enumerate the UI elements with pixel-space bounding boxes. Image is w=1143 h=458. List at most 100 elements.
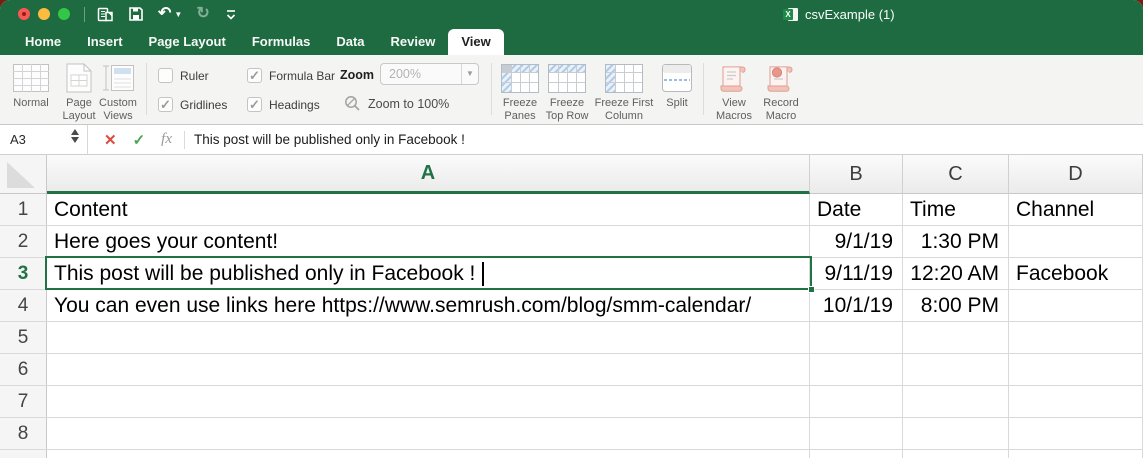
row-header-5[interactable]: 5 [0, 322, 47, 353]
ruler-checkbox[interactable] [158, 68, 173, 83]
select-all-button[interactable] [0, 155, 47, 194]
gridlines-checkbox[interactable] [158, 97, 173, 113]
tab-review[interactable]: Review [378, 29, 449, 55]
headings-checkbox-row[interactable]: Headings [247, 97, 320, 113]
row-header-8[interactable]: 8 [0, 418, 47, 449]
row-header-4[interactable]: 4 [0, 290, 47, 321]
cell-B1[interactable]: Date [810, 194, 903, 225]
headings-checkbox[interactable] [247, 97, 262, 113]
tab-home[interactable]: Home [12, 29, 74, 55]
column-header-C[interactable]: C [903, 155, 1009, 194]
minimize-button[interactable] [38, 8, 50, 20]
column-header-D[interactable]: D [1009, 155, 1143, 194]
cancel-entry-button[interactable]: ✕ [104, 131, 117, 149]
tab-page-layout[interactable]: Page Layout [136, 29, 239, 55]
insert-function-button[interactable]: fx [161, 131, 172, 148]
cell-D7[interactable] [1009, 386, 1143, 417]
cell-C7[interactable] [903, 386, 1009, 417]
cell-B5[interactable] [810, 322, 903, 353]
cell-C1[interactable]: Time [903, 194, 1009, 225]
cell-B4[interactable]: 10/1/19 [810, 290, 903, 321]
row-header-1[interactable]: 1 [0, 194, 47, 225]
undo-button[interactable]: ↶ ▼ [158, 6, 182, 22]
formula-bar-checkbox[interactable] [247, 68, 262, 84]
save-button[interactable] [128, 6, 144, 22]
spinner-down-icon[interactable] [71, 137, 79, 143]
row-header-3[interactable]: 3 [0, 258, 47, 289]
freeze-panes-icon [501, 61, 539, 95]
cell-D8[interactable] [1009, 418, 1143, 449]
row-header-2[interactable]: 2 [0, 226, 47, 257]
gridlines-checkbox-row[interactable]: Gridlines [158, 97, 227, 113]
sheet-row-5: 5 [0, 322, 1143, 354]
tab-view[interactable]: View [448, 29, 504, 55]
cell-A6[interactable] [47, 354, 810, 385]
cell-D2[interactable] [1009, 226, 1143, 257]
cell-C4[interactable]: 8:00 PM [903, 290, 1009, 321]
sheet-row-4: 4 You can even use links here https://ww… [0, 290, 1143, 322]
zoom-level-select[interactable]: 200% ▼ [380, 63, 479, 85]
fullscreen-button[interactable] [58, 8, 70, 20]
undo-dropdown-caret[interactable]: ▼ [174, 10, 182, 19]
cell-B7[interactable] [810, 386, 903, 417]
customize-toolbar-button[interactable] [224, 7, 238, 21]
freeze-top-row-icon [548, 61, 586, 95]
cell-A5[interactable] [47, 322, 810, 353]
zoom-to-100-button[interactable]: Zoom to 100% [344, 95, 449, 112]
cell-B6[interactable] [810, 354, 903, 385]
column-header-A[interactable]: A [47, 155, 810, 194]
tab-data[interactable]: Data [323, 29, 377, 55]
cell-C2[interactable]: 1:30 PM [903, 226, 1009, 257]
cell-D5[interactable] [1009, 322, 1143, 353]
row-header-7[interactable]: 7 [0, 386, 47, 417]
cell-C8[interactable] [903, 418, 1009, 449]
formula-bar-checkbox-row[interactable]: Formula Bar [247, 68, 335, 84]
close-button[interactable] [18, 8, 30, 20]
freeze-panes-button[interactable]: Freeze Panes [498, 61, 542, 123]
ribbon-view: Normal Page Layout Custom Views Ruler Gr… [0, 55, 1143, 125]
namebox-spinner[interactable] [71, 129, 79, 143]
cell-A8[interactable] [47, 418, 810, 449]
formula-input[interactable]: This post will be published only in Face… [194, 132, 465, 147]
tab-formulas[interactable]: Formulas [239, 29, 324, 55]
cell-D4[interactable] [1009, 290, 1143, 321]
formula-bar: A3 ✕ ✓ fx This post will be published on… [0, 125, 1143, 155]
name-box[interactable]: A3 [0, 125, 88, 154]
cell-B2[interactable]: 9/1/19 [810, 226, 903, 257]
normal-view-button[interactable]: Normal [10, 61, 52, 110]
magnifier-icon [345, 96, 360, 111]
excel-document-icon: X [783, 7, 798, 22]
redo-button[interactable]: ↻ [196, 6, 209, 22]
freeze-first-column-button[interactable]: Freeze First Column [592, 61, 656, 123]
spinner-up-icon[interactable] [71, 129, 79, 135]
cell-D3[interactable]: Facebook [1009, 258, 1143, 289]
cell-A3-active[interactable]: This post will be published only in Face… [47, 258, 810, 289]
cell-D6[interactable] [1009, 354, 1143, 385]
cell-D1[interactable]: Channel [1009, 194, 1143, 225]
confirm-entry-button[interactable]: ✓ [133, 131, 146, 149]
column-header-B[interactable]: B [810, 155, 903, 194]
freeze-first-column-icon [605, 61, 643, 95]
new-workbook-button[interactable] [97, 6, 114, 23]
view-macros-button[interactable]: View Macros [712, 61, 756, 123]
cell-A1[interactable]: Content [47, 194, 810, 225]
fill-handle[interactable] [808, 286, 815, 293]
row-header-6[interactable]: 6 [0, 354, 47, 385]
cell-A7[interactable] [47, 386, 810, 417]
custom-views-button[interactable]: Custom Views [95, 61, 141, 123]
freeze-top-row-button[interactable]: Freeze Top Row [545, 61, 589, 123]
group-separator [703, 63, 704, 115]
cell-C6[interactable] [903, 354, 1009, 385]
tab-insert[interactable]: Insert [74, 29, 135, 55]
cell-B8[interactable] [810, 418, 903, 449]
cell-C3[interactable]: 12:20 AM [903, 258, 1009, 289]
split-button[interactable]: Split [659, 61, 695, 110]
cell-C5[interactable] [903, 322, 1009, 353]
sheet-row-2: 2 Here goes your content! 9/1/19 1:30 PM [0, 226, 1143, 258]
ruler-checkbox-row[interactable]: Ruler [158, 68, 209, 83]
cell-A2[interactable]: Here goes your content! [47, 226, 810, 257]
row-header-9[interactable] [0, 450, 47, 458]
cell-B3[interactable]: 9/11/19 [810, 258, 903, 289]
cell-A4[interactable]: You can even use links here https://www.… [47, 290, 810, 321]
record-macro-button[interactable]: Record Macro [757, 61, 805, 123]
